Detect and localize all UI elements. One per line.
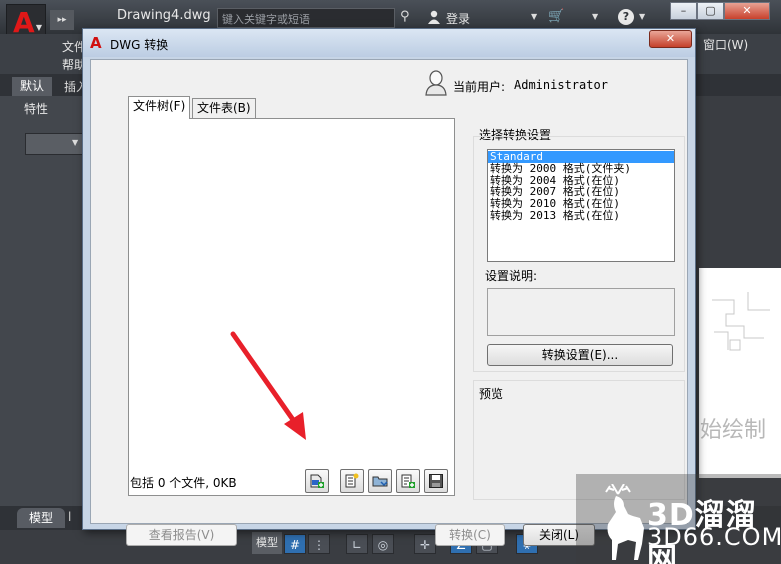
save-list-button[interactable] <box>424 469 448 493</box>
minimize-button[interactable]: – <box>670 2 697 20</box>
drawing-text: 始绘制 <box>700 418 767 443</box>
user-icon <box>428 10 440 24</box>
cart-icon[interactable]: 🛒 <box>548 9 564 24</box>
list-item[interactable]: 转换为 2000 格式(文件夹) <box>488 162 674 175</box>
quick-access-expand-button[interactable]: ▸▸ <box>50 10 74 30</box>
new-list-icon <box>345 473 359 488</box>
search-input[interactable]: 键入关键字或短语 <box>217 8 395 28</box>
status-model-button[interactable]: 模型 <box>252 532 282 554</box>
login-link[interactable]: 登录 <box>446 10 470 27</box>
menu-window[interactable]: 窗口(W) <box>703 36 748 53</box>
maximize-button[interactable]: ▢ <box>697 2 724 20</box>
view-report-button[interactable]: 查看报告(V) <box>126 524 237 546</box>
append-list-button[interactable] <box>396 469 420 493</box>
grid-icon[interactable]: # <box>284 534 306 554</box>
dialog-title: DWG 转换 <box>110 38 169 52</box>
chevron-down-icon[interactable]: ▼ <box>531 12 537 21</box>
file-tree-panel[interactable] <box>128 118 455 496</box>
tab-file-tree[interactable]: 文件树(F) <box>128 96 191 119</box>
close-button[interactable]: ✕ <box>724 2 770 20</box>
binoculars-icon[interactable]: ⚲ <box>400 9 410 24</box>
open-list-button[interactable] <box>368 469 392 493</box>
dialog-titlebar[interactable]: A DWG 转换 ✕ <box>83 29 695 57</box>
properties-label: 特性 <box>24 102 49 116</box>
list-item[interactable]: 转换为 2013 格式(在位) <box>488 210 674 222</box>
description-box <box>487 288 675 336</box>
chevron-down-icon[interactable]: ▼ <box>592 12 598 21</box>
dialog-body: 当前用户: Administrator 文件树(F) 文件表(B) 包括 0 个… <box>90 59 688 546</box>
chevron-down-icon[interactable]: ▼ <box>72 138 78 147</box>
tab-model[interactable]: 模型 <box>17 508 65 528</box>
append-list-icon <box>401 474 415 488</box>
properties-panel <box>0 96 90 506</box>
polar-icon[interactable]: ◎ <box>372 534 394 554</box>
dwg-convert-dialog: A DWG 转换 ✕ 当前用户: Administrator 文件树(F) 文件… <box>82 28 696 546</box>
current-user-label: 当前用户: <box>453 80 506 94</box>
snap-icon[interactable]: ⋮ <box>308 534 330 554</box>
tab-layout[interactable]: l <box>68 510 71 524</box>
convert-settings-button[interactable]: 转换设置(E)... <box>487 344 673 366</box>
open-folder-icon <box>372 476 388 487</box>
add-file-icon <box>310 474 324 488</box>
new-list-button[interactable] <box>340 469 364 493</box>
ortho-icon[interactable]: ∟ <box>346 534 368 554</box>
deer-logo-icon <box>605 484 644 560</box>
file-count-status: 包括 0 个文件, 0KB <box>130 476 237 490</box>
add-file-button[interactable] <box>305 469 329 493</box>
description-label: 设置说明: <box>485 269 538 283</box>
preview-label: 预览 <box>479 387 504 401</box>
osnap-icon[interactable]: ✛ <box>414 534 436 554</box>
current-user-value: Administrator <box>514 78 608 92</box>
conversion-settings-list[interactable]: Standard 转换为 2000 格式(文件夹) 转换为 2004 格式(在位… <box>487 149 675 262</box>
document-title: Drawing4.dwg <box>117 8 211 23</box>
floorplan-drawing <box>712 292 770 351</box>
user-icon <box>425 70 447 96</box>
tab-default[interactable]: 默认 <box>12 77 52 96</box>
save-icon <box>429 474 443 488</box>
chevron-down-icon: ▼ <box>35 23 42 32</box>
watermark-line2: 3D66.COM <box>647 523 781 551</box>
dialog-close-button[interactable]: ✕ <box>649 30 692 48</box>
tab-file-list[interactable]: 文件表(B) <box>192 98 256 118</box>
autocad-logo-icon: A <box>90 34 102 52</box>
convert-button[interactable]: 转换(C) <box>435 524 505 546</box>
chevron-down-icon[interactable]: ▼ <box>639 12 645 21</box>
help-icon[interactable]: ? <box>618 9 634 25</box>
